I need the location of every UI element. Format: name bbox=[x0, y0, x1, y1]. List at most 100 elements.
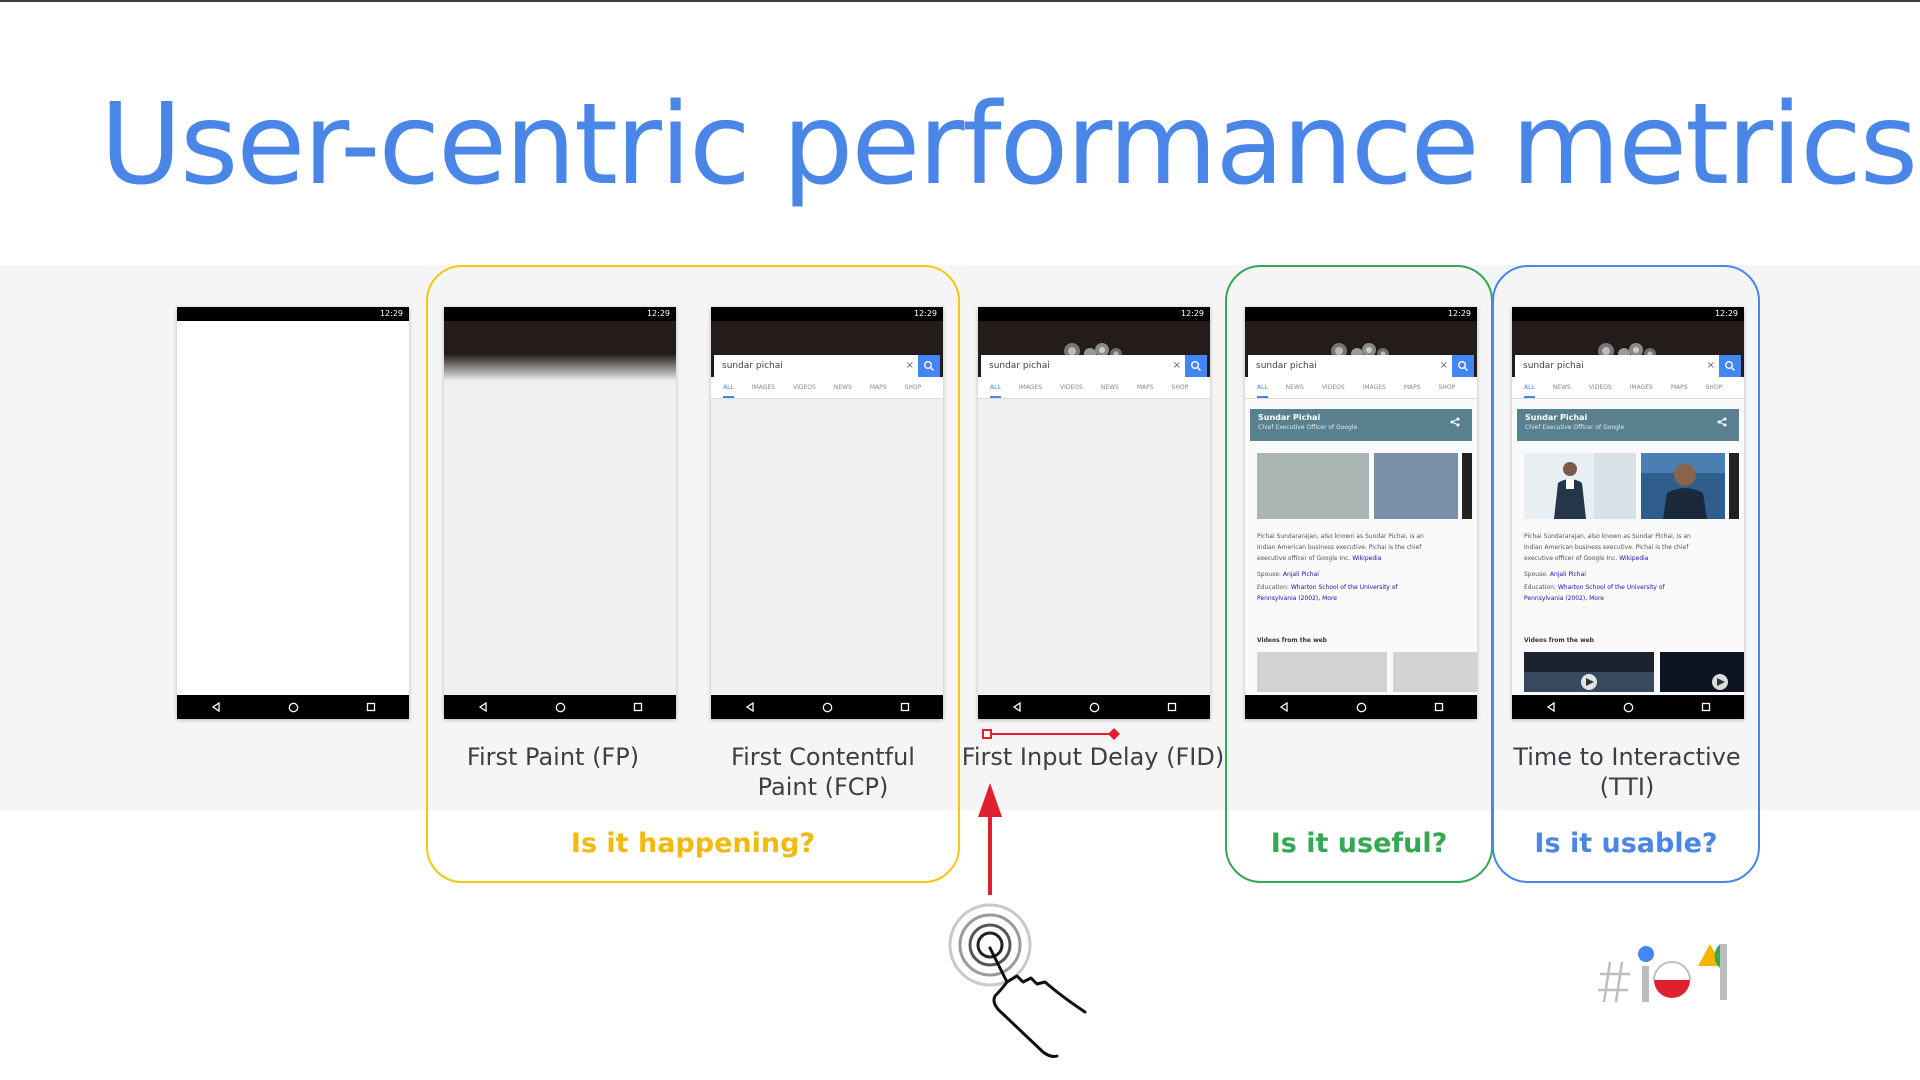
clear-icon[interactable]: × bbox=[1440, 355, 1448, 377]
tab-maps[interactable]: MAPS bbox=[870, 377, 887, 398]
search-tabs: ALL NEWS VIDEOS IMAGES MAPS SHOP bbox=[1245, 377, 1477, 399]
caption-text: First Input Delay (FID) bbox=[961, 743, 1225, 771]
back-icon bbox=[1012, 702, 1021, 712]
education-link[interactable]: Pennsylvania (2002), bbox=[1257, 595, 1320, 602]
caption-time-to-interactive: Time to Interactive (TTI) bbox=[1492, 742, 1762, 802]
bio-line: Pichai Sundararajan, also known as Sunda… bbox=[1524, 533, 1691, 540]
question-useful: Is it useful? bbox=[1270, 828, 1448, 859]
search-input[interactable]: sundar pichai × bbox=[714, 355, 940, 377]
clear-icon[interactable]: × bbox=[1173, 355, 1181, 377]
knowledge-panel-header[interactable]: Sundar Pichai Chief Executive Officer of… bbox=[1517, 409, 1739, 441]
share-icon[interactable] bbox=[1450, 417, 1460, 427]
android-nav-bar bbox=[1512, 695, 1744, 719]
tab-all[interactable]: ALL bbox=[1524, 377, 1535, 398]
education-link[interactable]: Wharton School of the University of bbox=[1558, 584, 1665, 591]
video-thumbnail[interactable] bbox=[1660, 652, 1744, 692]
tab-maps[interactable]: MAPS bbox=[1404, 377, 1421, 398]
tab-news[interactable]: NEWS bbox=[1286, 377, 1304, 398]
search-button[interactable] bbox=[918, 355, 940, 377]
tab-shop[interactable]: SHOP bbox=[1172, 377, 1189, 398]
status-bar: 12:29 bbox=[711, 307, 943, 321]
tab-images[interactable]: IMAGES bbox=[1363, 377, 1386, 398]
image-row bbox=[1517, 453, 1739, 519]
back-icon bbox=[745, 702, 754, 712]
image-placeholder bbox=[1729, 453, 1739, 519]
tab-news[interactable]: NEWS bbox=[1553, 377, 1571, 398]
search-button[interactable] bbox=[1719, 355, 1741, 377]
search-query-text: sundar pichai bbox=[1523, 361, 1584, 371]
search-input[interactable]: sundar pichai × bbox=[1515, 355, 1741, 377]
tab-videos[interactable]: VIDEOS bbox=[1589, 377, 1612, 398]
search-icon bbox=[1191, 361, 1202, 372]
tab-images[interactable]: IMAGES bbox=[1019, 377, 1042, 398]
search-input[interactable]: sundar pichai × bbox=[981, 355, 1207, 377]
search-input[interactable]: sundar pichai × bbox=[1248, 355, 1474, 377]
videos-label: Videos from the web bbox=[1524, 637, 1594, 644]
video-thumbnail[interactable] bbox=[1393, 652, 1477, 692]
status-time: 12:29 bbox=[1180, 309, 1204, 318]
phone-blank: 12:29 bbox=[177, 307, 409, 719]
tab-videos[interactable]: VIDEOS bbox=[793, 377, 816, 398]
status-bar: 12:29 bbox=[1245, 307, 1477, 321]
spouse-label: Spouse: bbox=[1524, 571, 1548, 578]
clear-icon[interactable]: × bbox=[1707, 355, 1715, 377]
search-button[interactable] bbox=[1185, 355, 1207, 377]
phone-meaningful-paint: 12:29 sundar pichai × ALL NEWS VIDEOS IM… bbox=[1245, 307, 1477, 719]
tab-shop[interactable]: SHOP bbox=[1706, 377, 1723, 398]
education-label: Education: bbox=[1257, 584, 1289, 591]
video-thumbnail[interactable] bbox=[1257, 652, 1387, 692]
person-photo[interactable] bbox=[1524, 453, 1636, 519]
wikipedia-link[interactable]: Wikipedia bbox=[1352, 555, 1381, 562]
spouse-link[interactable]: Anjali Pichai bbox=[1550, 571, 1586, 578]
clear-icon[interactable]: × bbox=[906, 355, 914, 377]
share-icon[interactable] bbox=[1717, 417, 1727, 427]
search-tabs: ALL IMAGES VIDEOS NEWS MAPS SHOP bbox=[711, 377, 943, 399]
kp-name: Sundar Pichai bbox=[1258, 413, 1321, 422]
tab-news[interactable]: NEWS bbox=[834, 377, 852, 398]
android-nav-bar bbox=[978, 695, 1210, 719]
recents-icon bbox=[1434, 702, 1443, 712]
question-usable: Is it usable? bbox=[1534, 828, 1718, 859]
search-query-text: sundar pichai bbox=[989, 361, 1050, 371]
wikipedia-link[interactable]: Wikipedia bbox=[1619, 555, 1648, 562]
status-time: 12:29 bbox=[913, 309, 937, 318]
tab-maps[interactable]: MAPS bbox=[1137, 377, 1154, 398]
home-icon bbox=[1356, 702, 1366, 712]
person-photo[interactable] bbox=[1641, 453, 1725, 519]
search-tabs: ALL NEWS VIDEOS IMAGES MAPS SHOP bbox=[1512, 377, 1744, 399]
more-link[interactable]: More bbox=[1322, 595, 1337, 602]
spouse-link[interactable]: Anjali Pichai bbox=[1283, 571, 1319, 578]
education-link[interactable]: Wharton School of the University of bbox=[1291, 584, 1398, 591]
tab-maps[interactable]: MAPS bbox=[1671, 377, 1688, 398]
caption-text: Time to Interactive bbox=[1513, 743, 1741, 771]
top-border bbox=[0, 0, 1920, 2]
android-nav-bar bbox=[444, 695, 676, 719]
search-button[interactable] bbox=[1452, 355, 1474, 377]
recents-icon bbox=[366, 702, 375, 712]
knowledge-panel-header[interactable]: Sundar Pichai Chief Executive Officer of… bbox=[1250, 409, 1472, 441]
tab-all[interactable]: ALL bbox=[1257, 377, 1268, 398]
status-bar: 12:29 bbox=[444, 307, 676, 321]
more-link[interactable]: More bbox=[1589, 595, 1604, 602]
status-bar: 12:29 bbox=[177, 307, 409, 321]
caption-first-input-delay: First Input Delay (FID) bbox=[958, 742, 1228, 772]
recents-icon bbox=[900, 702, 909, 712]
tab-shop[interactable]: SHOP bbox=[1439, 377, 1456, 398]
education-link[interactable]: Pennsylvania (2002), bbox=[1524, 595, 1587, 602]
tab-videos[interactable]: VIDEOS bbox=[1322, 377, 1345, 398]
status-time: 12:29 bbox=[1714, 309, 1738, 318]
recents-icon bbox=[1167, 702, 1176, 712]
image-row bbox=[1250, 453, 1472, 519]
tab-videos[interactable]: VIDEOS bbox=[1060, 377, 1083, 398]
tab-all[interactable]: ALL bbox=[723, 377, 734, 398]
tab-images[interactable]: IMAGES bbox=[752, 377, 775, 398]
tab-shop[interactable]: SHOP bbox=[905, 377, 922, 398]
bio-line: executive officer of Google Inc. bbox=[1524, 555, 1618, 562]
video-thumbnail[interactable] bbox=[1524, 652, 1654, 692]
home-icon bbox=[555, 702, 565, 712]
tab-all[interactable]: ALL bbox=[990, 377, 1001, 398]
tab-images[interactable]: IMAGES bbox=[1630, 377, 1653, 398]
search-query-text: sundar pichai bbox=[722, 361, 783, 371]
image-placeholder bbox=[1462, 453, 1472, 519]
tab-news[interactable]: NEWS bbox=[1101, 377, 1119, 398]
